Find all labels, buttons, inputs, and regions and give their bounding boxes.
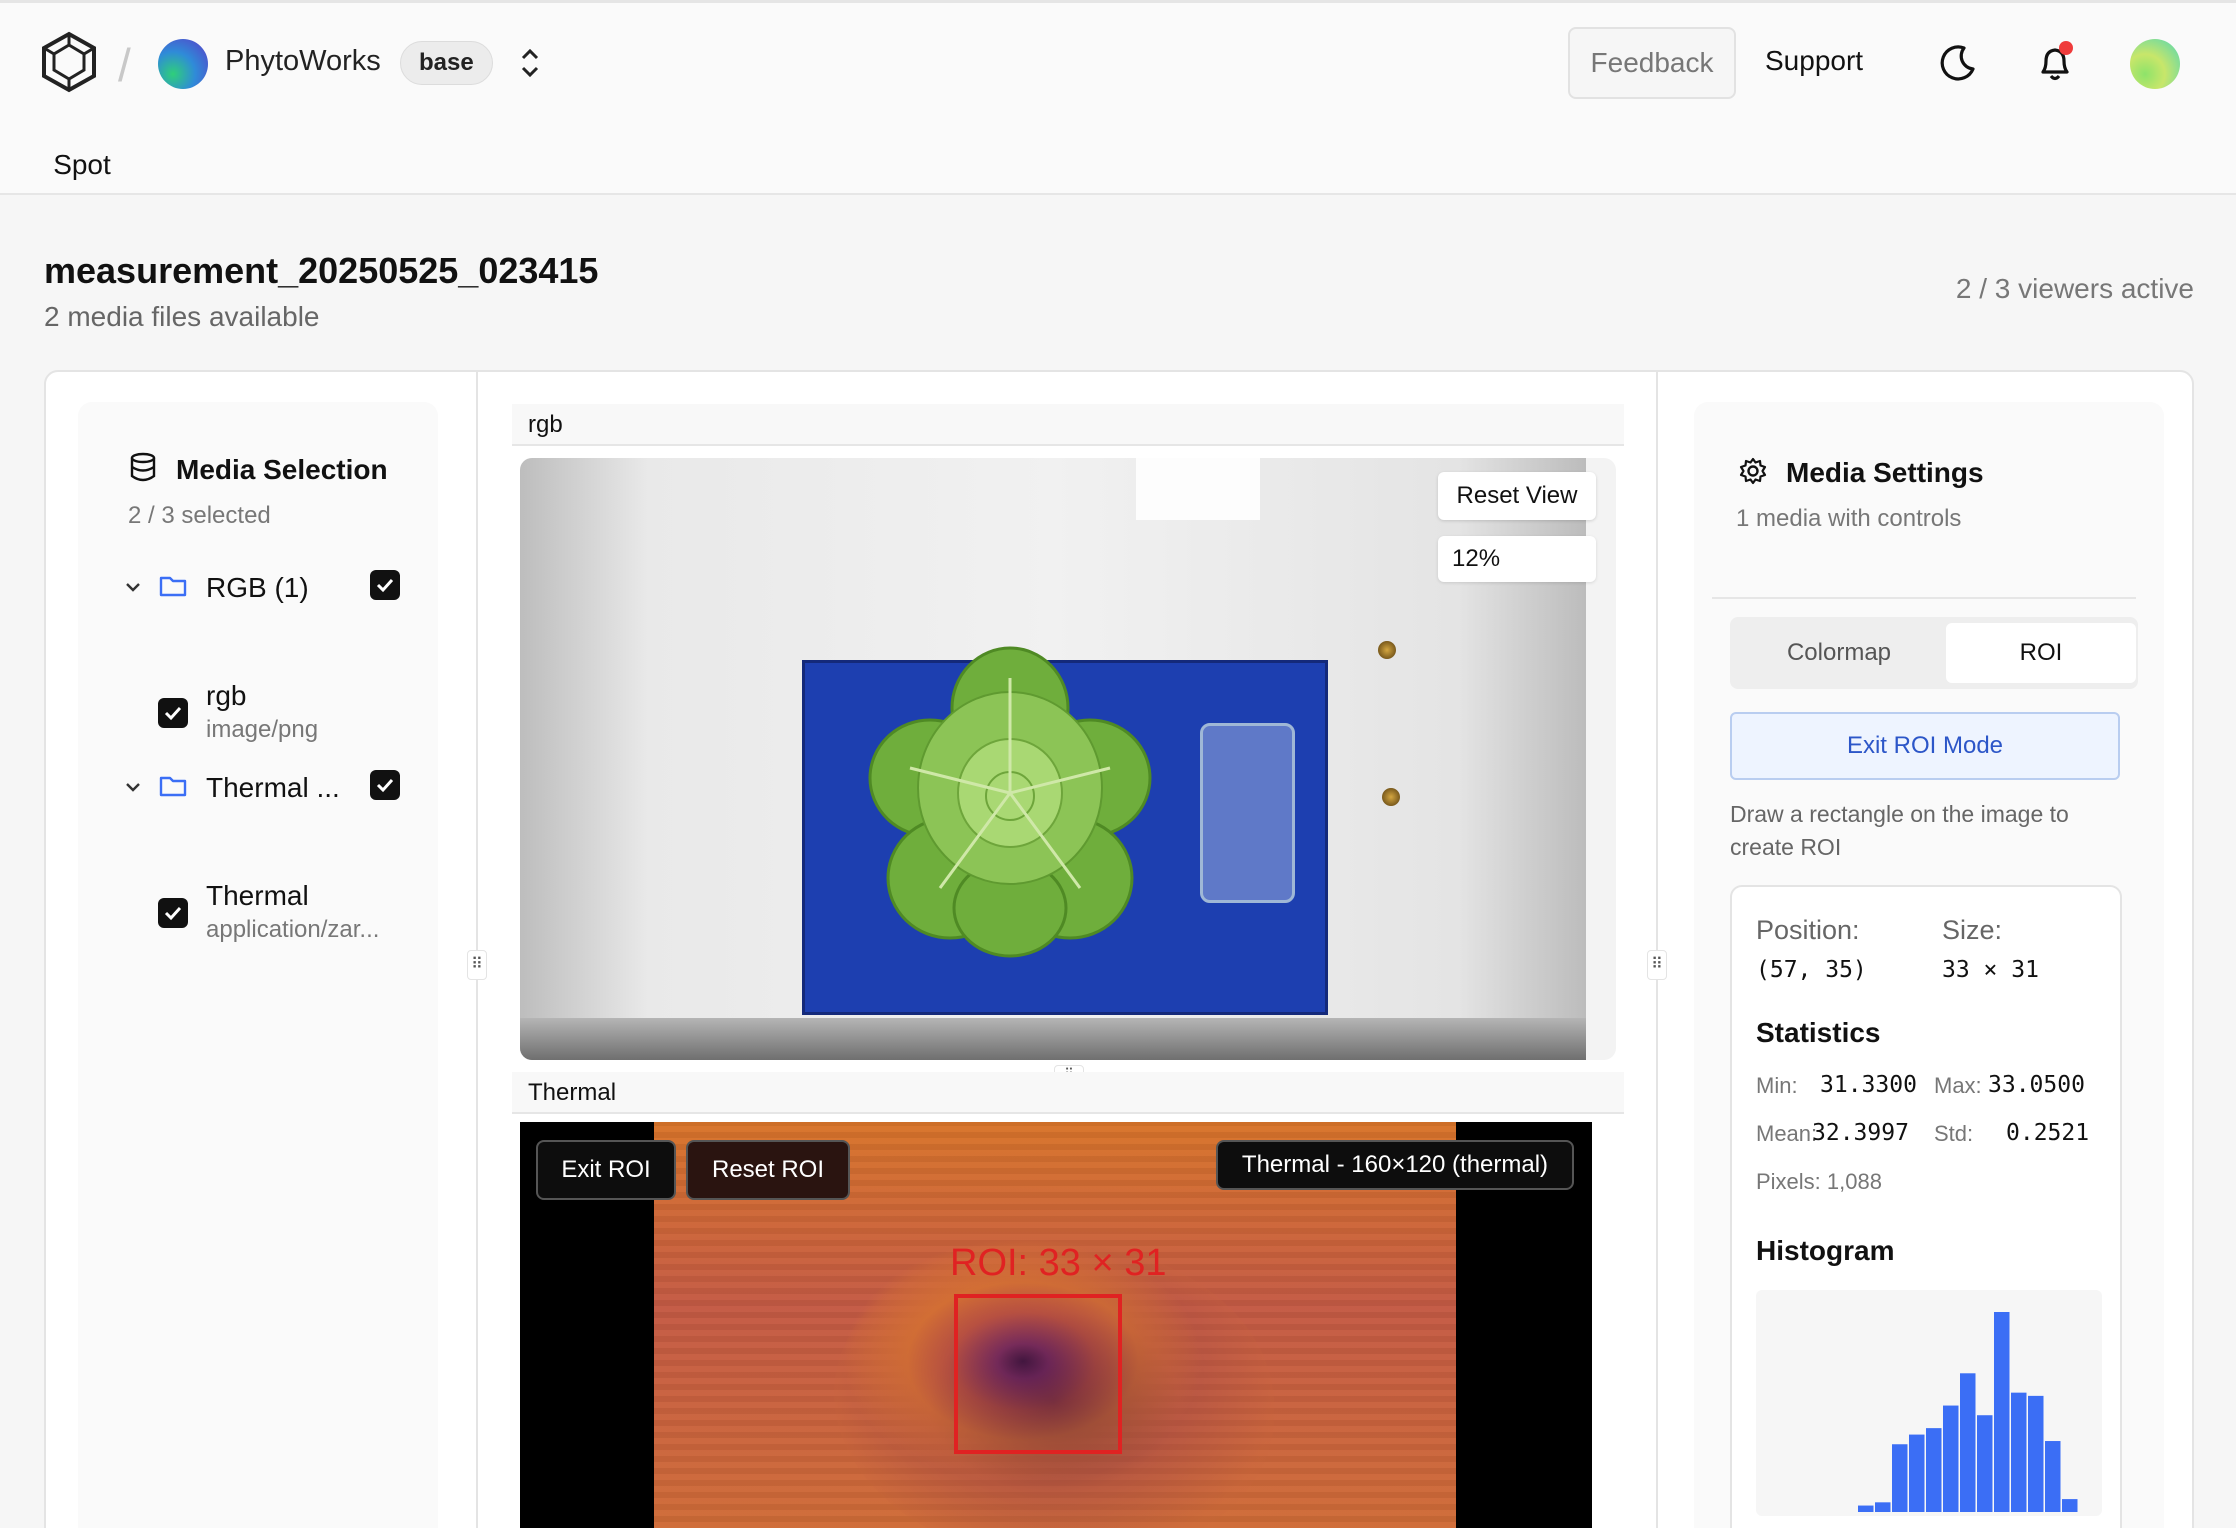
histogram-plot [1858,1312,2078,1512]
chevron-down-icon[interactable] [118,572,148,602]
stat-max-label: Max: [1934,1073,1982,1098]
histogram-bar [1960,1373,1976,1512]
tab-colormap[interactable]: Colormap [1730,617,1948,689]
logo-icon[interactable] [40,31,98,93]
stat-min-label: Min: [1756,1073,1798,1098]
size-value: 33 × 31 [1942,957,2039,983]
roi-label: ROI: 33 × 31 [950,1242,1167,1284]
main-area: measurement_20250525_023415 2 media file… [0,195,2236,1528]
gear-icon [1739,457,1767,485]
zoom-level: 12% [1438,536,1596,582]
stat-mean-label: Mean: [1756,1121,1818,1146]
tab-spot[interactable]: Spot [28,149,136,199]
viewer-header-thermal: Thermal [512,1072,1624,1114]
checkbox-icon[interactable] [370,570,400,600]
database-icon [130,452,156,482]
org-name[interactable]: PhytoWorks [225,45,381,78]
media-item-name[interactable]: Thermal [206,880,309,912]
chevron-down-icon[interactable] [118,772,148,802]
histogram-bar [1926,1428,1942,1512]
stat-pixels: Pixels: 1,088 [1756,1169,1882,1194]
roi-rectangle[interactable] [954,1294,1122,1454]
histogram-bar [2028,1395,2044,1512]
media-settings-title: Media Settings [1786,457,1984,488]
image-detail [1378,641,1396,659]
image-detail [1200,723,1295,903]
stat-std-label: Std: [1934,1121,1974,1146]
histogram-bar [1858,1505,1874,1512]
drag-grip-icon[interactable]: ⠿ [1647,950,1667,980]
user-avatar[interactable] [2130,39,2180,89]
statistics-title: Statistics [1756,1017,1881,1048]
rgb-image[interactable] [520,458,1586,1060]
reset-view-button[interactable]: Reset View [1438,472,1596,520]
histogram-bar [1977,1415,1993,1512]
roi-hint: Draw a rectangle on the image to create … [1730,801,2069,860]
folder-icon [159,776,187,797]
moon-icon[interactable] [1938,43,1978,83]
environment-badge[interactable]: base [400,41,493,85]
media-selection-title: Media Selection [176,454,388,485]
stat-std: 0.2521 [2006,1120,2090,1146]
notification-badge [2059,41,2073,55]
plant-illustration [868,646,1152,958]
checkbox-icon[interactable] [370,770,400,800]
image-detail [1136,458,1260,520]
position-label: Position: [1756,915,1860,945]
histogram-bar [1892,1444,1908,1512]
top-bar: / PhytoWorks base Feedback Support Spot [0,0,2236,199]
tab-roi[interactable]: ROI [1946,623,2136,683]
exit-roi-mode-button[interactable]: Exit ROI Mode [1730,712,2120,780]
rgb-viewer[interactable]: Reset View 12% [520,458,1616,1060]
exit-roi-button[interactable]: Exit ROI [536,1140,676,1200]
page-title: measurement_20250525_023415 [44,250,599,291]
thermal-info-tag: Thermal - 160×120 (thermal) [1216,1140,1574,1190]
size-label: Size: [1942,915,2003,945]
histogram-bar [1875,1502,1891,1512]
media-item-mime: application/zar... [206,916,380,943]
checkbox-icon[interactable] [158,898,188,928]
histogram [1756,1290,2102,1516]
histogram-bar [1909,1434,1925,1512]
histogram-bar [2011,1392,2027,1512]
position-value: (57, 35) [1756,957,1867,983]
media-selection-count: 2 / 3 selected [128,502,271,529]
breadcrumb-separator: / [118,39,131,91]
stat-min: 31.3300 [1820,1072,1917,1098]
feedback-button[interactable]: Feedback [1568,27,1736,99]
chevron-updown-icon[interactable] [515,43,545,83]
histogram-bar [1943,1405,1959,1512]
viewers-active: 2 / 3 viewers active [1955,273,2194,304]
media-item-mime: image/png [206,716,319,743]
reset-roi-button[interactable]: Reset ROI [686,1140,850,1200]
group-label-thermal[interactable]: Thermal ... [206,772,340,804]
page-subtitle: 2 media files available [44,301,320,332]
drag-grip-icon[interactable]: ⠿ [467,950,487,980]
thermal-viewer[interactable]: ROI: 33 × 31 Exit ROI Reset ROI Thermal … [520,1122,1592,1528]
histogram-bar [2062,1499,2078,1512]
stat-max: 33.0500 [1988,1072,2085,1098]
viewer-header-rgb: rgb [512,404,1624,446]
divider [1712,597,2136,599]
checkbox-icon[interactable] [158,698,188,728]
media-item-name[interactable]: rgb [206,680,246,712]
image-detail [520,1018,1586,1060]
media-settings-subtitle: 1 media with controls [1736,505,1962,532]
histogram-bar [2045,1441,2061,1512]
image-detail [1382,788,1400,806]
folder-icon [159,576,187,597]
support-link[interactable]: Support [1765,45,1863,77]
histogram-bar [1994,1312,2010,1512]
histogram-title: Histogram [1756,1235,1895,1266]
group-label-rgb[interactable]: RGB (1) [206,572,309,604]
stat-mean: 32.3997 [1812,1120,1909,1146]
org-avatar[interactable] [158,39,208,89]
